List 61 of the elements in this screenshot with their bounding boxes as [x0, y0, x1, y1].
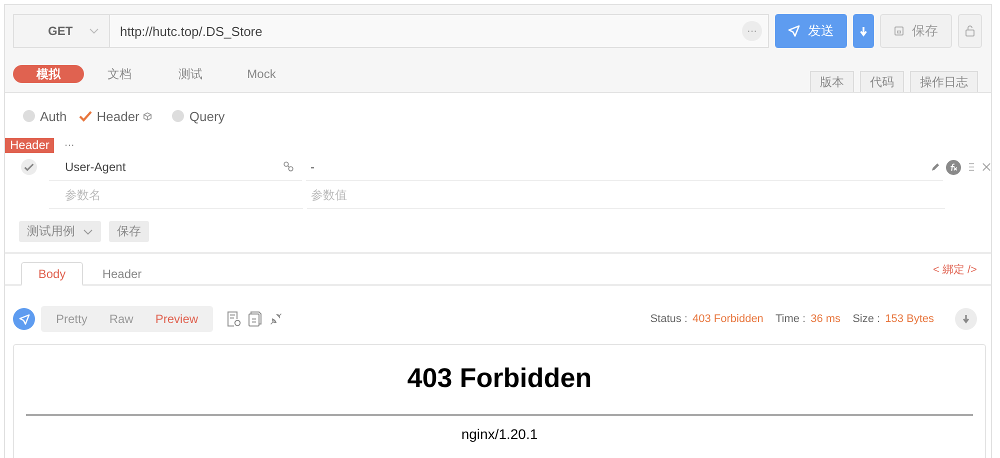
bind-link[interactable]: < 綁定 />: [932, 262, 977, 277]
param-type-radio[interactable]: Header: [78, 108, 140, 124]
send-icon: [788, 25, 800, 37]
mode-tab[interactable]: 模拟: [13, 65, 84, 83]
link-icon[interactable]: [283, 161, 294, 172]
save-icon: [894, 26, 904, 36]
response-tab[interactable]: Header: [91, 262, 153, 286]
send-icon: [18, 314, 30, 324]
save-button[interactable]: 保存: [109, 221, 149, 242]
mode-tab[interactable]: 文档: [84, 65, 155, 83]
response-tab[interactable]: Body: [21, 262, 83, 286]
method-dropdown[interactable]: GET: [14, 15, 110, 47]
mode-tab[interactable]: 测试: [155, 65, 226, 83]
lock-icon: [965, 25, 975, 37]
check-icon: [24, 162, 34, 172]
enable-checkbox[interactable]: [21, 159, 37, 175]
save-button[interactable]: 保存: [880, 14, 952, 48]
check-icon: [78, 110, 92, 122]
close-icon[interactable]: [982, 162, 992, 172]
edit-icon[interactable]: [931, 162, 940, 172]
lock-button[interactable]: [958, 14, 982, 48]
format-tab[interactable]: Preview: [144, 306, 210, 332]
param-value-field[interactable]: 参数值: [311, 188, 511, 202]
header-value[interactable]: -: [310, 160, 314, 174]
side-tab[interactable]: 代码: [860, 71, 904, 92]
download-button[interactable]: [853, 14, 874, 48]
caret-icon: [89, 28, 99, 34]
send-button[interactable]: 发送: [775, 14, 847, 48]
header-name[interactable]: User-Agent: [64, 160, 126, 174]
mode-tab[interactable]: Mock: [226, 65, 297, 83]
page-heading: 403 Forbidden: [406, 363, 593, 394]
function-icon[interactable]: [946, 160, 962, 174]
side-tab[interactable]: 操作日志: [910, 71, 978, 92]
document-refresh-icon[interactable]: [227, 311, 242, 327]
param-name-field[interactable]: 参数名: [65, 188, 265, 202]
arrow-down-icon: [962, 314, 970, 324]
more-button[interactable]: ···: [64, 140, 74, 151]
copy-icon[interactable]: [248, 311, 262, 327]
more-button[interactable]: ···: [742, 21, 762, 41]
test-case-dropdown[interactable]: 测试用例: [19, 221, 101, 242]
format-tab[interactable]: Pretty: [45, 306, 98, 332]
status-value: 153 Bytes: [885, 313, 934, 325]
arrow-down-icon: [859, 26, 868, 36]
send-button[interactable]: [13, 308, 35, 330]
server-footer: nginx/1.20.1: [26, 426, 973, 442]
param-type-radio[interactable]: Query: [172, 108, 225, 124]
plug-icon[interactable]: [269, 311, 284, 327]
section-tag: Header: [5, 138, 54, 153]
url-field[interactable]: http://hutc.top/.DS_Store: [110, 24, 742, 38]
format-tab[interactable]: Raw: [98, 306, 144, 332]
caret-icon: [83, 228, 93, 234]
status-label: Size :: [852, 313, 880, 325]
status-label: Status :: [650, 313, 688, 325]
status-label: Time :: [775, 313, 806, 325]
drag-icon[interactable]: [967, 162, 976, 172]
side-tab[interactable]: 版本: [810, 71, 854, 92]
param-type-radio[interactable]: Auth: [23, 108, 67, 124]
cube-icon: [143, 112, 152, 120]
status-value: 403 Forbidden: [692, 313, 764, 325]
download-button[interactable]: [955, 308, 977, 330]
status-value: 36 ms: [810, 313, 841, 325]
